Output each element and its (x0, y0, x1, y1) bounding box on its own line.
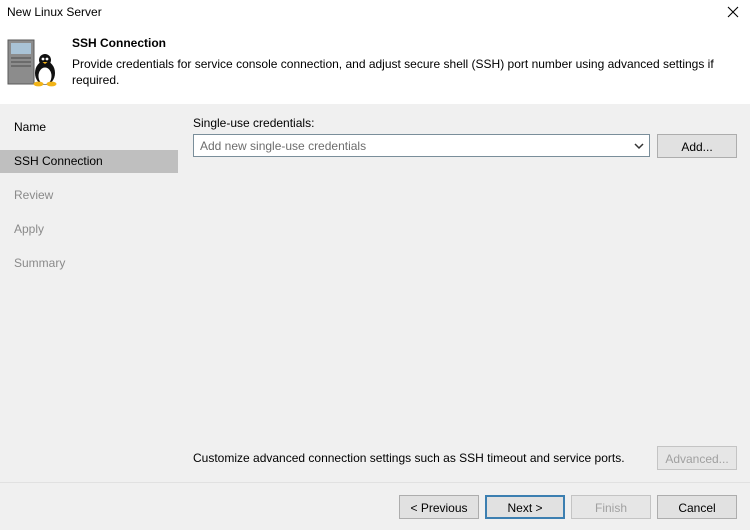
main-content (178, 104, 750, 482)
close-button[interactable] (716, 0, 750, 24)
step-summary: Summary (14, 256, 66, 270)
step-description: Provide credentials for service console … (72, 57, 714, 87)
cancel-button[interactable]: Cancel (657, 495, 737, 519)
advanced-button[interactable]: Advanced... (657, 446, 737, 470)
step-apply: Apply (14, 222, 45, 236)
step-title: SSH Connection (72, 36, 167, 50)
step-ssh-connection[interactable]: SSH Connection (0, 150, 178, 173)
add-credentials-button[interactable]: Add... (657, 134, 737, 158)
wizard-header: SSH Connection Provide credentials for s… (0, 24, 750, 104)
credentials-placeholder: Add new single-use credentials (200, 139, 367, 153)
previous-button[interactable]: < Previous (399, 495, 479, 519)
window-title: New Linux Server (7, 5, 102, 19)
credentials-label: Single-use credentials: (193, 116, 315, 130)
title-bar: New Linux Server (0, 0, 750, 24)
chevron-down-icon (634, 143, 644, 150)
wizard-steps-sidebar: Name SSH Connection Review Apply Summary (0, 104, 178, 482)
advanced-settings-text: Customize advanced connection settings s… (193, 451, 625, 465)
close-icon (727, 6, 739, 18)
linux-server-icon (7, 39, 57, 87)
finish-button[interactable]: Finish (571, 495, 651, 519)
next-button[interactable]: Next > (485, 495, 565, 519)
step-name[interactable]: Name (0, 116, 178, 139)
credentials-dropdown[interactable]: Add new single-use credentials (193, 134, 650, 157)
step-review: Review (14, 188, 54, 202)
